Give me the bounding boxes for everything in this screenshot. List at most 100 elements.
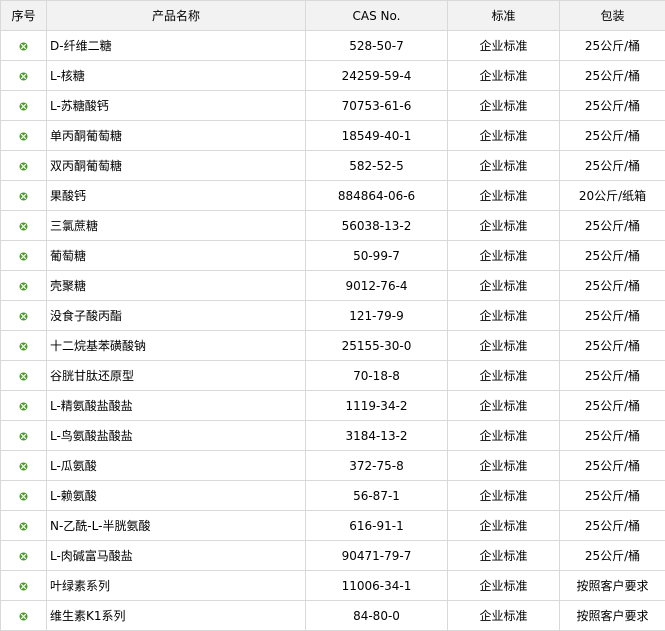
circle-check-icon bbox=[19, 432, 28, 441]
product-name-cell: 单丙酮葡萄糖 bbox=[47, 121, 306, 151]
circle-check-icon bbox=[19, 132, 28, 141]
row-bullet-cell bbox=[1, 421, 47, 451]
table-row: L-赖氨酸56-87-1企业标准25公斤/桶 bbox=[1, 481, 665, 511]
product-name-cell: L-精氨酸盐酸盐 bbox=[47, 391, 306, 421]
table-row: L-瓜氨酸372-75-8企业标准25公斤/桶 bbox=[1, 451, 665, 481]
table-row: L-核糖24259-59-4企业标准25公斤/桶 bbox=[1, 61, 665, 91]
circle-check-icon bbox=[19, 312, 28, 321]
standard-cell: 企业标准 bbox=[448, 361, 560, 391]
standard-cell: 企业标准 bbox=[448, 601, 560, 631]
packaging-cell: 25公斤/桶 bbox=[560, 121, 665, 151]
product-name-cell: D-纤维二糖 bbox=[47, 31, 306, 61]
product-name-cell: L-苏糖酸钙 bbox=[47, 91, 306, 121]
standard-cell: 企业标准 bbox=[448, 211, 560, 241]
cas-number-cell: 528-50-7 bbox=[306, 31, 448, 61]
header-index: 序号 bbox=[1, 1, 47, 31]
standard-cell: 企业标准 bbox=[448, 91, 560, 121]
standard-cell: 企业标准 bbox=[448, 421, 560, 451]
row-bullet-cell bbox=[1, 511, 47, 541]
product-name-cell: L-肉碱富马酸盐 bbox=[47, 541, 306, 571]
cas-number-cell: 121-79-9 bbox=[306, 301, 448, 331]
product-name-cell: L-赖氨酸 bbox=[47, 481, 306, 511]
cas-number-cell: 9012-76-4 bbox=[306, 271, 448, 301]
table-row: L-鸟氨酸盐酸盐3184-13-2企业标准25公斤/桶 bbox=[1, 421, 665, 451]
circle-check-icon bbox=[19, 522, 28, 531]
standard-cell: 企业标准 bbox=[448, 271, 560, 301]
circle-check-icon bbox=[19, 372, 28, 381]
standard-cell: 企业标准 bbox=[448, 391, 560, 421]
table-row: 单丙酮葡萄糖18549-40-1企业标准25公斤/桶 bbox=[1, 121, 665, 151]
row-bullet-cell bbox=[1, 121, 47, 151]
table-row: L-精氨酸盐酸盐1119-34-2企业标准25公斤/桶 bbox=[1, 391, 665, 421]
standard-cell: 企业标准 bbox=[448, 511, 560, 541]
table-row: 十二烷基苯磺酸钠25155-30-0企业标准25公斤/桶 bbox=[1, 331, 665, 361]
packaging-cell: 25公斤/桶 bbox=[560, 241, 665, 271]
product-name-cell: L-鸟氨酸盐酸盐 bbox=[47, 421, 306, 451]
packaging-cell: 20公斤/纸箱 bbox=[560, 181, 665, 211]
row-bullet-cell bbox=[1, 151, 47, 181]
circle-check-icon bbox=[19, 72, 28, 81]
table-row: 壳聚糖9012-76-4企业标准25公斤/桶 bbox=[1, 271, 665, 301]
packaging-cell: 25公斤/桶 bbox=[560, 211, 665, 241]
product-name-cell: 谷胱甘肽还原型 bbox=[47, 361, 306, 391]
product-name-cell: 果酸钙 bbox=[47, 181, 306, 211]
circle-check-icon bbox=[19, 462, 28, 471]
product-name-cell: 叶绿素系列 bbox=[47, 571, 306, 601]
circle-check-icon bbox=[19, 162, 28, 171]
product-name-cell: 维生素K1系列 bbox=[47, 601, 306, 631]
table-row: 维生素K1系列84-80-0企业标准按照客户要求 bbox=[1, 601, 665, 631]
cas-number-cell: 616-91-1 bbox=[306, 511, 448, 541]
row-bullet-cell bbox=[1, 31, 47, 61]
product-table: 序号 产品名称 CAS No. 标准 包装 D-纤维二糖528-50-7企业标准… bbox=[0, 0, 665, 631]
table-row: 谷胱甘肽还原型70-18-8企业标准25公斤/桶 bbox=[1, 361, 665, 391]
packaging-cell: 25公斤/桶 bbox=[560, 91, 665, 121]
row-bullet-cell bbox=[1, 301, 47, 331]
circle-check-icon bbox=[19, 342, 28, 351]
packaging-cell: 按照客户要求 bbox=[560, 601, 665, 631]
cas-number-cell: 56038-13-2 bbox=[306, 211, 448, 241]
row-bullet-cell bbox=[1, 541, 47, 571]
packaging-cell: 25公斤/桶 bbox=[560, 391, 665, 421]
standard-cell: 企业标准 bbox=[448, 151, 560, 181]
packaging-cell: 25公斤/桶 bbox=[560, 31, 665, 61]
standard-cell: 企业标准 bbox=[448, 571, 560, 601]
cas-number-cell: 582-52-5 bbox=[306, 151, 448, 181]
circle-check-icon bbox=[19, 402, 28, 411]
row-bullet-cell bbox=[1, 391, 47, 421]
standard-cell: 企业标准 bbox=[448, 241, 560, 271]
circle-check-icon bbox=[19, 612, 28, 621]
product-name-cell: 壳聚糖 bbox=[47, 271, 306, 301]
table-row: N-乙酰-L-半胱氨酸616-91-1企业标准25公斤/桶 bbox=[1, 511, 665, 541]
header-packaging: 包装 bbox=[560, 1, 665, 31]
standard-cell: 企业标准 bbox=[448, 331, 560, 361]
row-bullet-cell bbox=[1, 91, 47, 121]
header-cas-no: CAS No. bbox=[306, 1, 448, 31]
packaging-cell: 25公斤/桶 bbox=[560, 481, 665, 511]
cas-number-cell: 70-18-8 bbox=[306, 361, 448, 391]
standard-cell: 企业标准 bbox=[448, 121, 560, 151]
table-body: D-纤维二糖528-50-7企业标准25公斤/桶L-核糖24259-59-4企业… bbox=[1, 31, 665, 631]
standard-cell: 企业标准 bbox=[448, 451, 560, 481]
packaging-cell: 按照客户要求 bbox=[560, 571, 665, 601]
row-bullet-cell bbox=[1, 271, 47, 301]
row-bullet-cell bbox=[1, 451, 47, 481]
row-bullet-cell bbox=[1, 61, 47, 91]
cas-number-cell: 90471-79-7 bbox=[306, 541, 448, 571]
standard-cell: 企业标准 bbox=[448, 181, 560, 211]
product-name-cell: 双丙酮葡萄糖 bbox=[47, 151, 306, 181]
circle-check-icon bbox=[19, 552, 28, 561]
product-name-cell: L-瓜氨酸 bbox=[47, 451, 306, 481]
row-bullet-cell bbox=[1, 241, 47, 271]
cas-number-cell: 372-75-8 bbox=[306, 451, 448, 481]
circle-check-icon bbox=[19, 252, 28, 261]
table-row: D-纤维二糖528-50-7企业标准25公斤/桶 bbox=[1, 31, 665, 61]
packaging-cell: 25公斤/桶 bbox=[560, 331, 665, 361]
table-row: 没食子酸丙酯121-79-9企业标准25公斤/桶 bbox=[1, 301, 665, 331]
circle-check-icon bbox=[19, 192, 28, 201]
cas-number-cell: 70753-61-6 bbox=[306, 91, 448, 121]
cas-number-cell: 1119-34-2 bbox=[306, 391, 448, 421]
circle-check-icon bbox=[19, 102, 28, 111]
standard-cell: 企业标准 bbox=[448, 61, 560, 91]
table-row: 叶绿素系列11006-34-1企业标准按照客户要求 bbox=[1, 571, 665, 601]
circle-check-icon bbox=[19, 492, 28, 501]
